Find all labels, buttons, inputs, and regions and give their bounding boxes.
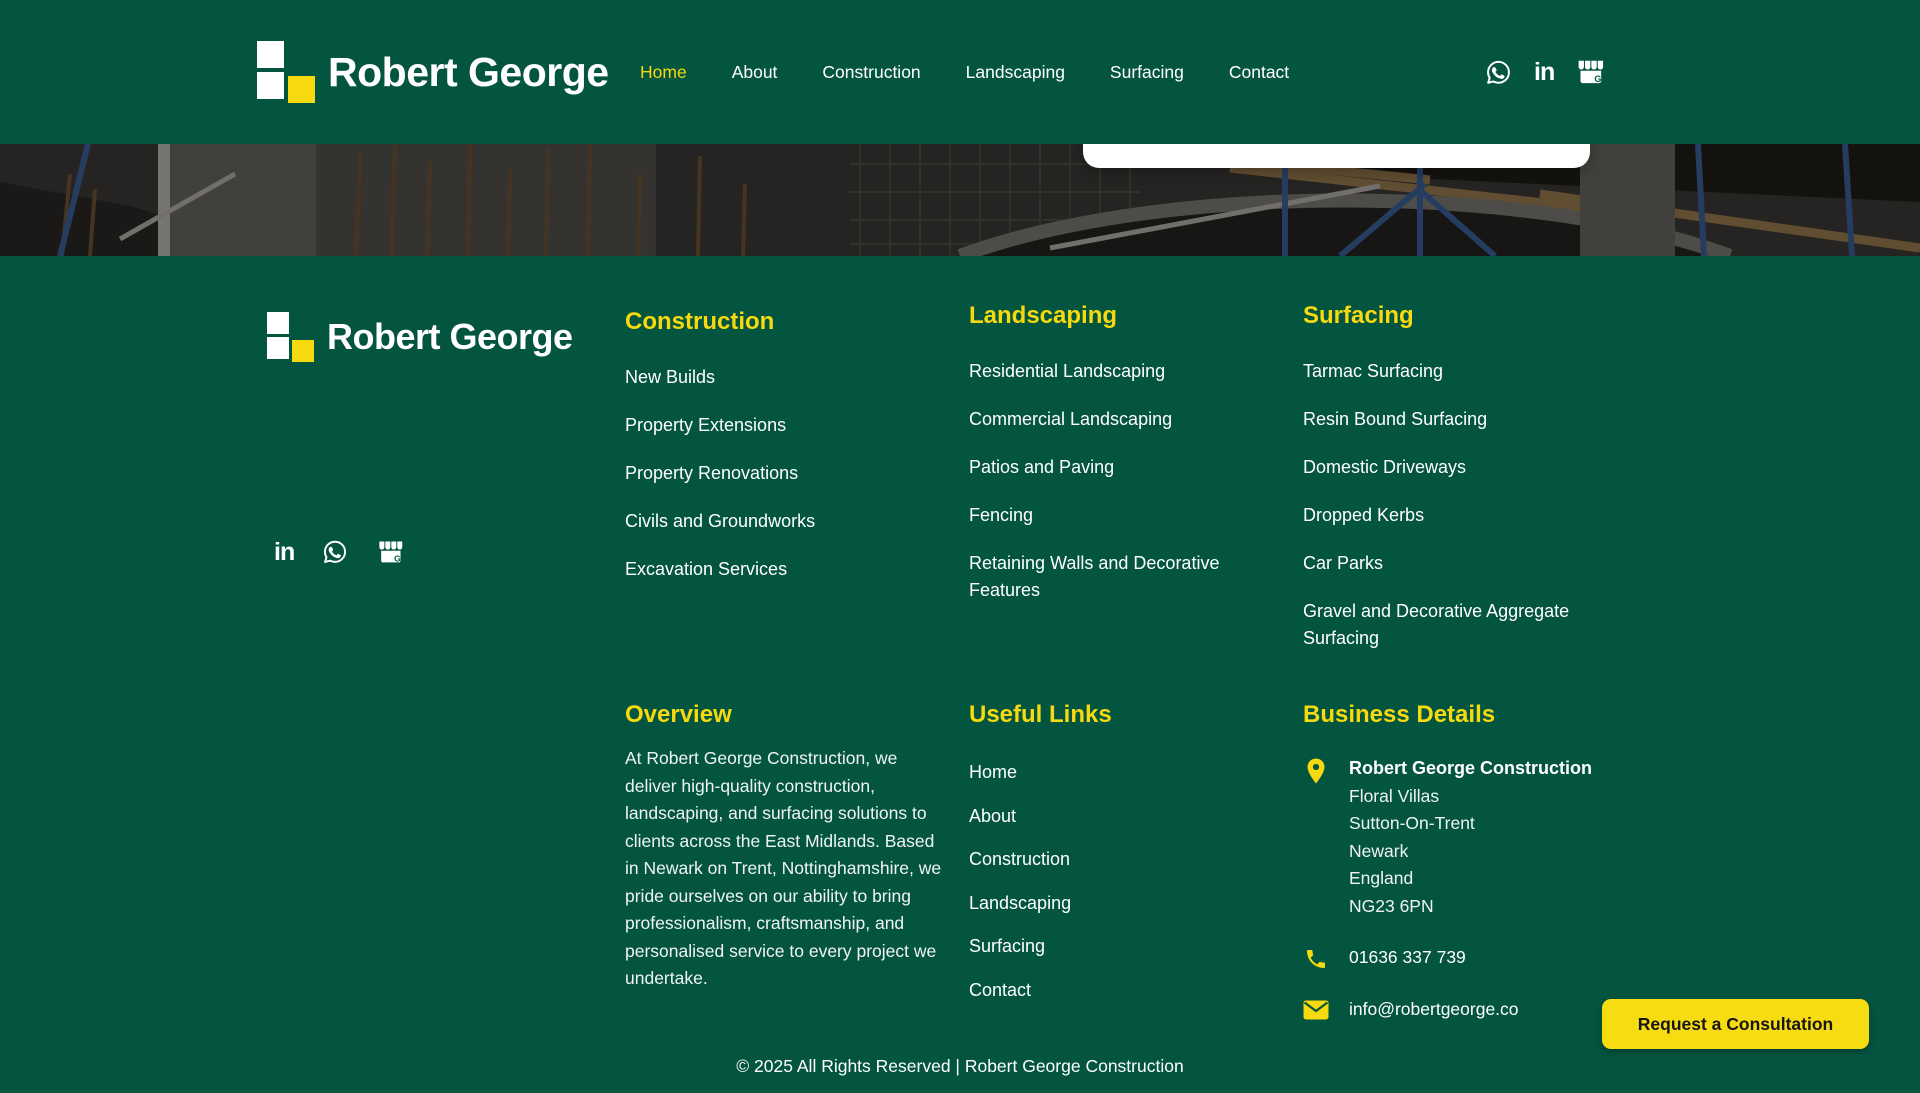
footer-col-overview: Overview At Robert George Construction, … bbox=[625, 701, 947, 993]
nav-item[interactable]: Surfacing bbox=[1110, 62, 1184, 83]
brand-name: Robert George bbox=[328, 49, 609, 96]
address-line: England bbox=[1349, 865, 1592, 893]
page: Robert George Home About Construction Lands… bbox=[0, 0, 1920, 1093]
footer-link[interactable]: Contact bbox=[969, 977, 1269, 1004]
footer-link[interactable]: Excavation Services bbox=[625, 556, 925, 583]
footer-link[interactable]: Property Extensions bbox=[625, 412, 925, 439]
footer-link[interactable]: Commercial Landscaping bbox=[969, 406, 1269, 433]
brand-logo[interactable]: Robert George bbox=[257, 41, 609, 103]
hero-form-card bbox=[1083, 144, 1590, 168]
footer-link[interactable]: Car Parks bbox=[1303, 550, 1608, 577]
main-nav: Home About Construction Landscaping Surfacin… bbox=[640, 0, 1289, 144]
column-title: Overview bbox=[625, 701, 947, 729]
google-business-link[interactable]: G bbox=[1575, 58, 1606, 86]
footer-link[interactable]: New Builds bbox=[625, 364, 925, 391]
footer-link[interactable]: Home bbox=[969, 759, 1269, 786]
linkedin-icon: in bbox=[274, 540, 294, 565]
linkedin-icon: in bbox=[1534, 60, 1554, 85]
footer-col-landscaping: Landscaping Residential Landscaping Comme… bbox=[969, 302, 1269, 625]
footer-google-business-link[interactable]: G bbox=[376, 539, 405, 565]
footer-link[interactable]: Retaining Walls and Decorative Features bbox=[969, 550, 1269, 604]
footer-link[interactable]: Domestic Driveways bbox=[1303, 454, 1608, 481]
footer-link[interactable]: Construction bbox=[969, 846, 1269, 873]
column-title: Useful Links bbox=[969, 701, 1269, 729]
footer-brand-logo[interactable]: Robert George bbox=[267, 312, 573, 362]
phone-row: 01636 337 739 bbox=[1303, 944, 1683, 972]
column-title: Surfacing bbox=[1303, 302, 1608, 330]
overview-text: At Robert George Construction, we delive… bbox=[625, 745, 947, 993]
footer-col-construction: Construction New Builds Property Extensio… bbox=[625, 308, 925, 604]
request-consultation-button[interactable]: Request a Consultation bbox=[1602, 999, 1869, 1049]
footer-whatsapp-link[interactable] bbox=[321, 538, 349, 566]
address-line: Sutton-On-Trent bbox=[1349, 810, 1592, 838]
footer-social-links: in G bbox=[274, 538, 405, 566]
footer-link[interactable]: Gravel and Decorative Aggregate Surfacin… bbox=[1303, 598, 1608, 652]
footer-link[interactable]: Patios and Paving bbox=[969, 454, 1269, 481]
linkedin-link[interactable]: in bbox=[1534, 60, 1554, 85]
svg-text:G: G bbox=[1595, 74, 1602, 84]
company-name: Robert George Construction bbox=[1349, 755, 1592, 783]
footer-link[interactable]: Landscaping bbox=[969, 890, 1269, 917]
footer-link[interactable]: Tarmac Surfacing bbox=[1303, 358, 1608, 385]
footer-link[interactable]: Property Renovations bbox=[625, 460, 925, 487]
footer-col-useful-links: Useful Links Home About Construction Landsc… bbox=[969, 701, 1269, 1020]
footer-link[interactable]: Civils and Groundworks bbox=[625, 508, 925, 535]
footer-col-surfacing: Surfacing Tarmac Surfacing Resin Bound Su… bbox=[1303, 302, 1608, 673]
address-line: Newark bbox=[1349, 838, 1592, 866]
nav-item[interactable]: Home bbox=[640, 62, 687, 83]
address-line: NG23 6PN bbox=[1349, 893, 1592, 921]
column-title: Business Details bbox=[1303, 701, 1683, 729]
email-icon bbox=[1303, 1000, 1329, 1020]
footer-link[interactable]: Dropped Kerbs bbox=[1303, 502, 1608, 529]
whatsapp-link[interactable] bbox=[1484, 58, 1513, 87]
footer-brand-name: Robert George bbox=[327, 316, 573, 358]
nav-item[interactable]: Construction bbox=[822, 62, 920, 83]
footer-link[interactable]: Surfacing bbox=[969, 933, 1269, 960]
whatsapp-icon bbox=[321, 538, 349, 566]
phone-icon bbox=[1304, 947, 1328, 971]
address-row: Robert George Construction Floral Villas… bbox=[1303, 755, 1683, 920]
column-title: Landscaping bbox=[969, 302, 1269, 330]
google-business-icon: G bbox=[376, 539, 405, 565]
hero-image-strip bbox=[0, 144, 1920, 256]
address-line: Floral Villas bbox=[1349, 783, 1592, 811]
nav-item[interactable]: Landscaping bbox=[966, 62, 1065, 83]
email-address[interactable]: info@robertgeorge.co bbox=[1349, 999, 1519, 1019]
footer-col-business-details: Business Details Robert George Construct… bbox=[1303, 701, 1683, 1023]
footer-link[interactable]: Fencing bbox=[969, 502, 1269, 529]
location-pin-icon bbox=[1304, 757, 1328, 787]
nav-item[interactable]: Contact bbox=[1229, 62, 1289, 83]
svg-text:G: G bbox=[394, 553, 401, 563]
footer-link[interactable]: Resin Bound Surfacing bbox=[1303, 406, 1608, 433]
whatsapp-icon bbox=[1484, 58, 1513, 87]
footer-linkedin-link[interactable]: in bbox=[274, 540, 294, 565]
copyright-text: © 2025 All Rights Reserved | Robert Geor… bbox=[0, 1056, 1920, 1077]
footer-link[interactable]: About bbox=[969, 803, 1269, 830]
header-social-links: in G bbox=[1484, 0, 1606, 144]
google-business-icon: G bbox=[1575, 58, 1606, 86]
column-title: Construction bbox=[625, 308, 925, 336]
footer-brand-logo-mark-icon bbox=[267, 312, 314, 362]
header: Robert George Home About Construction Lands… bbox=[0, 0, 1920, 144]
footer-link[interactable]: Residential Landscaping bbox=[969, 358, 1269, 385]
brand-logo-mark-icon bbox=[257, 41, 315, 103]
phone-number[interactable]: 01636 337 739 bbox=[1349, 947, 1466, 967]
construction-site-photo bbox=[0, 144, 1920, 256]
nav-item[interactable]: About bbox=[732, 62, 778, 83]
